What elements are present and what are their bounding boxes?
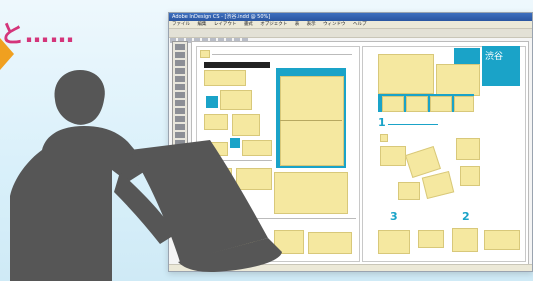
person-silhouette-icon [10, 70, 282, 281]
head-shape [54, 70, 105, 125]
